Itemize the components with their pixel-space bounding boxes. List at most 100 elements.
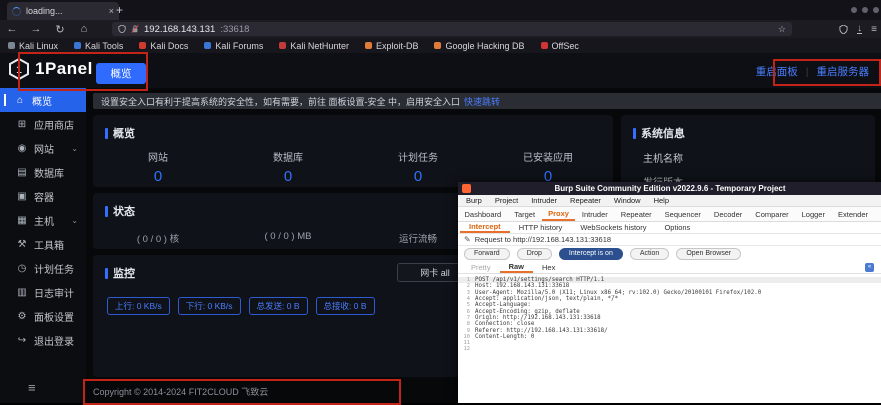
tab-proxy[interactable]: Proxy (542, 207, 576, 221)
burp-suite-window: Burp Suite Community Edition v2022.9.6 -… (458, 182, 881, 403)
request-line: 12 (458, 346, 881, 352)
url-bar[interactable]: 192.168.143.131:33618 ☆ (112, 22, 792, 36)
sidebar-item-logout[interactable]: ↪ 退出登录 (0, 328, 86, 352)
bookmarks-bar: Kali Linux Kali Tools Kali Docs Kali For… (0, 38, 881, 53)
sidebar-item-cron[interactable]: ◷ 计划任务 (0, 256, 86, 280)
tab-extender[interactable]: Extender (831, 207, 874, 221)
section-accent-bar (633, 128, 636, 139)
view-tab-pretty[interactable]: Pretty (462, 261, 500, 273)
tab-comparer[interactable]: Comparer (749, 207, 795, 221)
downloads-icon[interactable]: ↓ (857, 25, 862, 34)
total-received-badge[interactable]: 总接收: 0 B (316, 297, 375, 315)
view-tab-hex[interactable]: Hex (533, 261, 564, 273)
tab-decoder[interactable]: Decoder (707, 207, 748, 221)
account-shield-icon[interactable] (839, 25, 848, 34)
drop-button[interactable]: Drop (517, 248, 552, 260)
url-port: :33618 (220, 24, 249, 35)
sidebar-item-container[interactable]: ▣ 容器 (0, 184, 86, 208)
home-icon[interactable]: ⌂ (72, 23, 96, 35)
shield-permissions-icon[interactable] (118, 25, 126, 33)
bookmark-kali-nethunter[interactable]: Kali NetHunter (279, 41, 349, 51)
bookmark-kali-tools[interactable]: Kali Tools (74, 41, 123, 51)
request-editor[interactable]: 1POST /api/v1/settings/search HTTP/1.1 2… (458, 274, 881, 353)
bookmark-star-icon[interactable]: ☆ (778, 24, 786, 35)
action-button[interactable]: Action (630, 248, 669, 260)
browser-nav-bar: ← → ↻ ⌂ 192.168.143.131:33618 ☆ ↓ ≡ (0, 20, 881, 38)
sidebar-item-database[interactable]: ▤ 数据库 (0, 160, 86, 184)
app-store-icon: ⊞ (16, 119, 28, 130)
total-sent-badge[interactable]: 总发送: 0 B (249, 297, 308, 315)
panel-header: 1 1Panel 概览 重启面板 | 重启服务器 (0, 53, 881, 88)
menu-window[interactable]: Window (614, 196, 641, 205)
window-minimize-button[interactable] (851, 7, 857, 13)
brand-name: 1Panel (35, 59, 93, 79)
sidebar-collapse-icon[interactable]: ≡ (28, 380, 36, 395)
new-tab-button[interactable]: + (116, 3, 123, 17)
stat-cron: 计划任务0 (353, 149, 483, 185)
view-tab-raw[interactable]: Raw (500, 261, 533, 273)
restart-server-link[interactable]: 重启服务器 (817, 64, 870, 79)
sidebar-item-logs[interactable]: ▥ 日志审计 (0, 280, 86, 304)
sidebar-item-app-store[interactable]: ⊞ 应用商店 (0, 112, 86, 136)
tab-logger[interactable]: Logger (795, 207, 831, 221)
panel-logo[interactable]: 1 1Panel (9, 58, 93, 80)
forward-button[interactable]: Forward (464, 248, 510, 260)
tab-dashboard[interactable]: Dashboard (458, 207, 508, 221)
menu-project[interactable]: Project (495, 196, 518, 205)
stat-database-value[interactable]: 0 (223, 168, 353, 185)
menu-intruder[interactable]: Intruder (531, 196, 557, 205)
sidebar-item-settings[interactable]: ⚙ 面板设置 (0, 304, 86, 328)
menu-help[interactable]: Help (654, 196, 669, 205)
restart-panel-link[interactable]: 重启面板 (756, 64, 798, 79)
bookmark-offsec[interactable]: OffSec (541, 41, 579, 51)
subtab-options[interactable]: Options (655, 222, 699, 233)
bookmark-kali-linux[interactable]: Kali Linux (8, 41, 58, 51)
bookmark-kali-docs[interactable]: Kali Docs (139, 41, 188, 51)
notice-jump-link[interactable]: 快速跳转 (464, 95, 500, 108)
inspector-toggle-icon[interactable]: « (865, 263, 874, 272)
reload-icon[interactable]: ↻ (48, 23, 72, 36)
home-icon: ⌂ (14, 95, 26, 106)
menu-repeater[interactable]: Repeater (570, 196, 601, 205)
back-icon[interactable]: ← (0, 23, 24, 35)
burp-menu-bar: Burp Project Intruder Repeater Window He… (458, 195, 881, 207)
chevron-down-icon: ⌄ (71, 216, 78, 225)
active-indicator (4, 94, 6, 106)
subtab-http-history[interactable]: HTTP history (510, 222, 572, 233)
sidebar-item-toolbox[interactable]: ⚒ 工具箱 (0, 232, 86, 256)
schedule-icon: ◷ (16, 263, 28, 274)
menu-burp[interactable]: Burp (466, 196, 482, 205)
forward-icon[interactable]: → (24, 23, 48, 35)
close-tab-icon[interactable]: × (109, 6, 114, 16)
bookmark-kali-forums[interactable]: Kali Forums (204, 41, 263, 51)
globe-icon: ◉ (16, 143, 28, 154)
tab-sequencer[interactable]: Sequencer (658, 207, 707, 221)
tab-target[interactable]: Target (508, 207, 542, 221)
window-close-button[interactable] (873, 7, 879, 13)
upload-rate-badge[interactable]: 上行: 0 KB/s (107, 297, 170, 315)
tab-repeater[interactable]: Repeater (614, 207, 658, 221)
stat-website-value[interactable]: 0 (93, 168, 223, 185)
intercept-toggle-button[interactable]: Intercept is on (559, 248, 623, 260)
section-accent-bar (105, 206, 108, 217)
window-maximize-button[interactable] (862, 7, 868, 13)
burp-title-bar[interactable]: Burp Suite Community Edition v2022.9.6 -… (458, 182, 881, 195)
subtab-intercept[interactable]: Intercept (460, 222, 510, 233)
overview-card: 概览 网站0 数据库0 计划任务0 已安装应用0 (93, 115, 613, 187)
insecure-lock-icon[interactable] (131, 25, 139, 33)
sidebar-item-website[interactable]: ◉ 网站 ⌄ (0, 136, 86, 160)
download-rate-badge[interactable]: 下行: 0 KB/s (178, 297, 241, 315)
tab-overview[interactable]: 概览 (96, 63, 146, 84)
menu-hamburger-icon[interactable]: ≡ (871, 24, 877, 35)
tab-intruder[interactable]: Intruder (575, 207, 614, 221)
sidebar: ⌂ 概览 ⊞ 应用商店 ◉ 网站 ⌄ ▤ 数据库 ▣ 容器 ▦ 主机 ⌄ ⚒ 工… (0, 88, 86, 403)
open-browser-button[interactable]: Open Browser (676, 248, 741, 260)
subtab-websockets-history[interactable]: WebSockets history (571, 222, 655, 233)
sidebar-item-overview[interactable]: ⌂ 概览 (0, 88, 86, 112)
bookmark-exploit-db[interactable]: Exploit-DB (365, 41, 419, 51)
gear-icon: ⚙ (16, 311, 28, 322)
sidebar-item-host[interactable]: ▦ 主机 ⌄ (0, 208, 86, 232)
browser-tab[interactable]: loading... × (7, 2, 119, 20)
tab-project-options[interactable]: Project options (875, 207, 881, 221)
bookmark-google-hacking-db[interactable]: Google Hacking DB (434, 41, 524, 51)
